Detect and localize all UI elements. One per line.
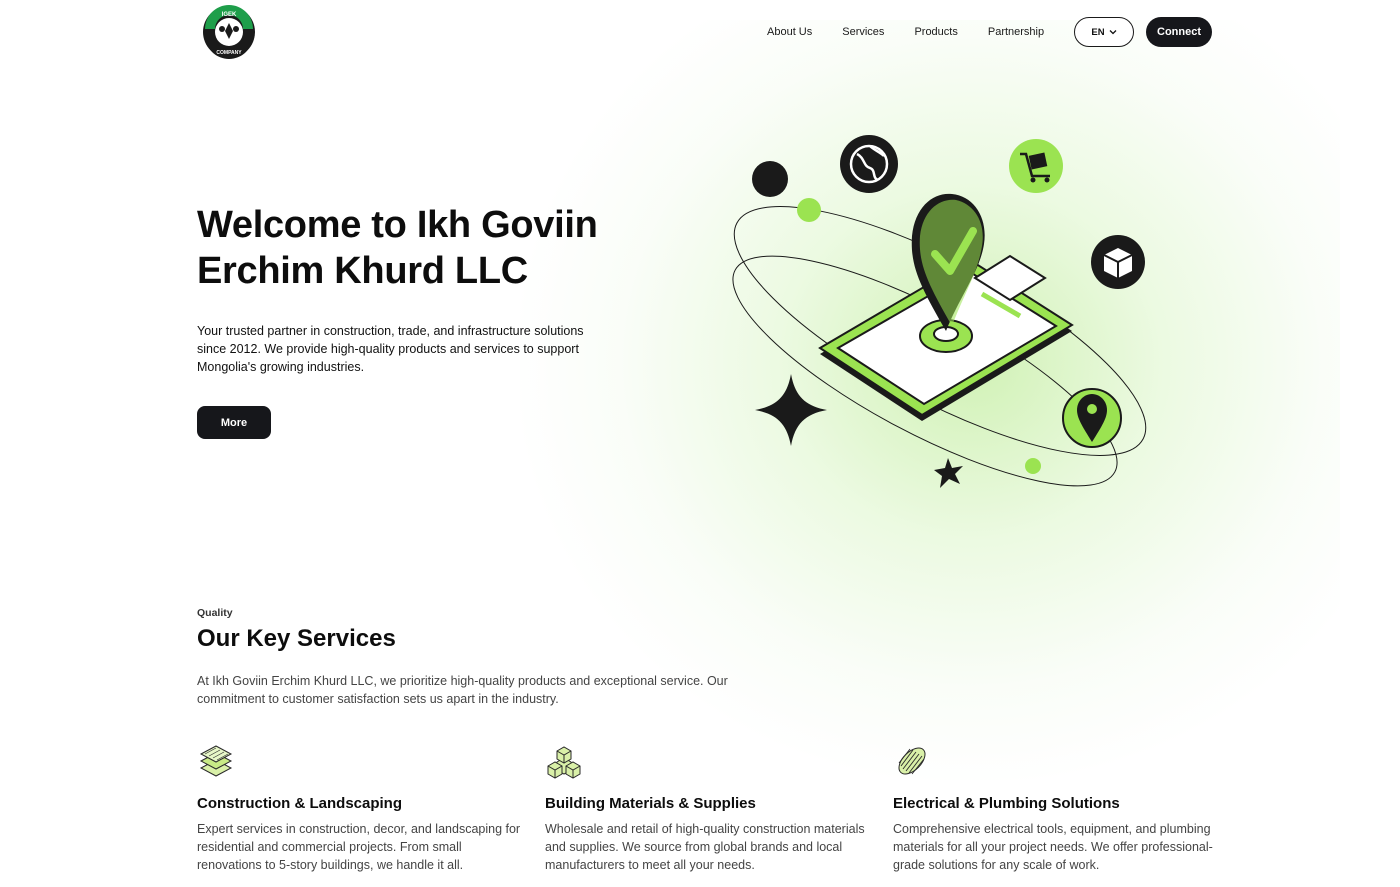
service-card-title: Electrical & Plumbing Solutions: [893, 795, 1120, 812]
service-card-construction[interactable]: Construction & Landscaping Expert servic…: [197, 742, 527, 874]
language-label: EN: [1091, 26, 1105, 38]
sparkle-icon: [755, 374, 827, 446]
location-pin-icon: [1062, 388, 1122, 448]
services-description: At Ikh Goviin Erchim Khurd LLC, we prior…: [197, 674, 728, 706]
hero-illustration: [732, 135, 1147, 488]
green-dot-icon: [797, 198, 821, 222]
main-nav: About Us Services Products Partnership: [752, 17, 1059, 47]
more-button[interactable]: More: [197, 406, 271, 439]
svg-text:IGEK: IGEK: [222, 12, 237, 18]
nav-services[interactable]: Services: [827, 17, 899, 47]
chevron-down-icon: [1109, 30, 1117, 35]
language-selector[interactable]: EN: [1074, 17, 1134, 47]
globe-icon: [840, 135, 898, 193]
services-title: Our Key Services: [197, 625, 396, 652]
service-card-text: Wholesale and retail of high-quality con…: [545, 822, 865, 872]
green-dot-icon: [1025, 458, 1041, 474]
cubes-icon: [547, 746, 581, 779]
services-eyebrow: Quality: [197, 607, 233, 619]
cart-icon: [1009, 139, 1063, 193]
service-card-title: Building Materials & Supplies: [545, 795, 756, 812]
nav-about-us[interactable]: About Us: [752, 17, 827, 47]
connect-button[interactable]: Connect: [1146, 17, 1212, 47]
service-card-materials[interactable]: Building Materials & Supplies Wholesale …: [545, 742, 875, 874]
service-card-electrical[interactable]: Electrical & Plumbing Solutions Comprehe…: [893, 742, 1223, 874]
nav-partnership[interactable]: Partnership: [973, 17, 1059, 47]
coil-icon: [898, 747, 926, 775]
company-logo[interactable]: IGEK COMPANY: [202, 5, 256, 59]
svg-text:COMPANY: COMPANY: [216, 50, 242, 56]
hero-title: Welcome to Ikh Goviin Erchim Khurd LLC: [197, 204, 598, 292]
site-header: IGEK COMPANY About Us Services Products …: [0, 0, 1400, 64]
service-card-title: Construction & Landscaping: [197, 795, 403, 812]
box-icon: [1091, 235, 1145, 289]
service-card-text: Expert services in construction, decor, …: [197, 822, 521, 872]
black-dot-icon: [752, 161, 788, 197]
star-icon: [934, 458, 963, 488]
hero-description: Your trusted partner in construction, tr…: [197, 324, 584, 374]
layers-icon: [199, 745, 233, 777]
service-card-text: Comprehensive electrical tools, equipmen…: [893, 822, 1213, 872]
nav-products[interactable]: Products: [899, 17, 972, 47]
